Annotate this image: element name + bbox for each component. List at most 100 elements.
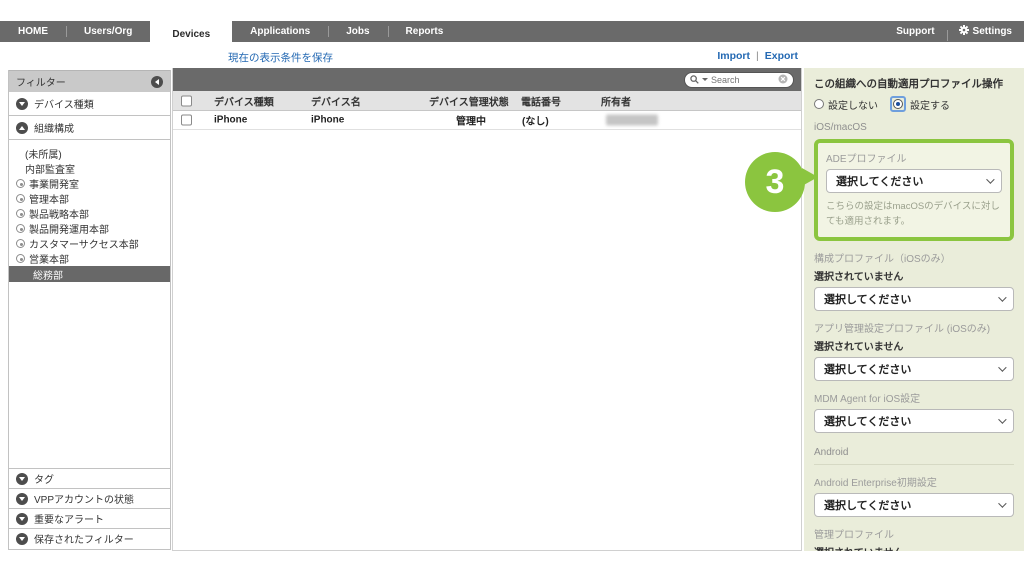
sidebar-section-vpp-status[interactable]: VPPアカウントの状態 bbox=[9, 488, 170, 508]
tab-jobs[interactable]: Jobs bbox=[328, 21, 387, 42]
ade-profile-label: ADEプロファイル bbox=[826, 150, 1002, 165]
select-value: 選択してください bbox=[824, 497, 998, 513]
apply-radio-group: 設定しない 設定する bbox=[814, 96, 1014, 112]
table-row[interactable]: iPhone iPhone 管理中 (なし) bbox=[173, 111, 801, 130]
col-device-name[interactable]: デバイス名 bbox=[311, 93, 361, 108]
table-toolbar bbox=[173, 68, 801, 91]
tree-node-internal-audit[interactable]: 内部監査室 bbox=[9, 161, 170, 176]
app-mgmt-profile-select[interactable]: 選択してください bbox=[814, 357, 1014, 381]
filter-title: フィルター bbox=[16, 74, 66, 89]
tree-node-customer-success[interactable]: カスタマーサクセス本部 bbox=[9, 236, 170, 251]
cell-mgmt-status: 管理中 bbox=[456, 113, 486, 128]
radio-on-label: 設定する bbox=[910, 97, 950, 112]
top-navigation: HOME Users/Org Devices Applications Jobs… bbox=[0, 21, 1024, 42]
cell-device-name: iPhone bbox=[311, 115, 344, 126]
tree-node-product-devops[interactable]: 製品開発運用本部 bbox=[9, 221, 170, 236]
tree-node-label: カスタマーサクセス本部 bbox=[29, 236, 139, 251]
tree-node-unassigned[interactable]: (未所属) bbox=[9, 146, 170, 161]
gear-icon bbox=[959, 25, 969, 38]
radio-off-icon bbox=[814, 99, 824, 109]
config-profile-not-selected: 選択されていません bbox=[814, 268, 1014, 283]
table-header-row: デバイス種類 デバイス名 デバイス管理状態 電話番号 所有者 bbox=[173, 91, 801, 111]
col-phone[interactable]: 電話番号 bbox=[521, 93, 561, 108]
chevron-down-icon bbox=[16, 473, 28, 485]
chevron-down-icon bbox=[998, 364, 1006, 372]
sidebar-section-critical-alerts[interactable]: 重要なアラート bbox=[9, 508, 170, 528]
tab-devices[interactable]: Devices bbox=[150, 21, 232, 48]
org-node-icon bbox=[16, 254, 25, 263]
org-node-icon bbox=[16, 194, 25, 203]
tree-node-label: 営業本部 bbox=[29, 251, 69, 266]
export-link[interactable]: Export bbox=[765, 50, 798, 62]
radio-set[interactable]: 設定する bbox=[890, 96, 950, 112]
chevron-down-icon bbox=[16, 493, 28, 505]
android-enterprise-select[interactable]: 選択してください bbox=[814, 493, 1014, 517]
save-current-view-link[interactable]: 現在の表示条件を保存 bbox=[228, 50, 333, 65]
row-checkbox[interactable] bbox=[181, 115, 192, 126]
tab-applications[interactable]: Applications bbox=[232, 21, 328, 42]
filter-sidebar: フィルター デバイス種類 組織構成 (未所属) 内部監査室 事業開発室 管理本部… bbox=[8, 70, 171, 550]
chevron-down-icon bbox=[998, 500, 1006, 508]
search-box[interactable] bbox=[684, 72, 794, 88]
radio-on-focus-ring bbox=[890, 96, 906, 112]
col-owner[interactable]: 所有者 bbox=[601, 93, 631, 108]
mdm-agent-ios-select[interactable]: 選択してください bbox=[814, 409, 1014, 433]
section-android: Android bbox=[814, 447, 1014, 458]
tree-node-business-dev[interactable]: 事業開発室 bbox=[9, 176, 170, 191]
org-node-icon bbox=[16, 209, 25, 218]
tree-node-general-affairs-selected[interactable]: 総務部 bbox=[9, 266, 170, 282]
import-link[interactable]: Import bbox=[717, 50, 750, 62]
ade-profile-select[interactable]: 選択してください bbox=[826, 169, 1002, 193]
ade-profile-highlight-box: ADEプロファイル 選択してください こちらの設定はmacOSのデバイスに対して… bbox=[814, 139, 1014, 241]
tree-node-label: 製品戦略本部 bbox=[29, 206, 89, 221]
select-value: 選択してください bbox=[824, 291, 998, 307]
import-export-links: Import|Export bbox=[717, 50, 798, 62]
tree-node-label: 事業開発室 bbox=[29, 176, 79, 191]
support-link[interactable]: Support bbox=[884, 26, 946, 37]
chevron-down-icon bbox=[998, 294, 1006, 302]
select-value: 選択してください bbox=[836, 173, 986, 189]
chevron-down-icon bbox=[998, 416, 1006, 424]
tree-node-label: 管理本部 bbox=[29, 191, 69, 206]
org-node-icon bbox=[16, 239, 25, 248]
search-input[interactable] bbox=[711, 75, 775, 85]
sidebar-section-org[interactable]: 組織構成 bbox=[9, 116, 170, 140]
ade-profile-help: こちらの設定はmacOSのデバイスに対しても適用されます。 bbox=[826, 199, 1002, 229]
tab-home[interactable]: HOME bbox=[0, 21, 66, 42]
col-mgmt-status[interactable]: デバイス管理状態 bbox=[429, 93, 509, 108]
search-clear-icon[interactable] bbox=[778, 71, 788, 89]
chevron-down-icon bbox=[986, 175, 994, 183]
tree-node-sales-hq[interactable]: 営業本部 bbox=[9, 251, 170, 266]
sidebar-section-tags[interactable]: タグ bbox=[9, 468, 170, 488]
android-enterprise-label: Android Enterprise初期設定 bbox=[814, 474, 1014, 489]
select-value: 選択してください bbox=[824, 413, 998, 429]
panel-title: この組織への自動適用プロファイル操作 bbox=[814, 76, 1014, 91]
org-node-icon bbox=[16, 179, 25, 188]
sidebar-section-device-type[interactable]: デバイス種類 bbox=[9, 92, 170, 116]
search-icon bbox=[690, 71, 699, 89]
section-label: デバイス種類 bbox=[34, 96, 94, 111]
tree-node-admin-hq[interactable]: 管理本部 bbox=[9, 191, 170, 206]
mgmt-profile-label: 管理プロファイル bbox=[814, 526, 1014, 541]
cell-device-type: iPhone bbox=[214, 115, 247, 126]
sidebar-section-saved-filters[interactable]: 保存されたフィルター bbox=[9, 528, 170, 548]
section-label: タグ bbox=[34, 471, 54, 486]
config-profile-select[interactable]: 選択してください bbox=[814, 287, 1014, 311]
tab-reports[interactable]: Reports bbox=[388, 21, 462, 42]
mdm-agent-ios-label: MDM Agent for iOS設定 bbox=[814, 390, 1014, 405]
radio-do-not-set[interactable]: 設定しない bbox=[814, 97, 878, 112]
col-device-type[interactable]: デバイス種類 bbox=[214, 93, 274, 108]
select-all-checkbox[interactable] bbox=[181, 95, 192, 106]
chevron-up-icon bbox=[16, 122, 28, 134]
search-filter-caret-icon[interactable] bbox=[702, 78, 708, 81]
app-mgmt-profile-label: アプリ管理設定プロファイル (iOSのみ) bbox=[814, 320, 1014, 335]
org-tree: (未所属) 内部監査室 事業開発室 管理本部 製品戦略本部 製品開発運用本部 カ… bbox=[9, 140, 170, 468]
android-divider bbox=[814, 464, 1014, 465]
app-mgmt-profile-not-selected: 選択されていません bbox=[814, 338, 1014, 353]
filter-header: フィルター bbox=[9, 70, 170, 92]
collapse-sidebar-icon[interactable] bbox=[151, 76, 163, 88]
org-node-icon bbox=[16, 224, 25, 233]
tree-node-product-strategy[interactable]: 製品戦略本部 bbox=[9, 206, 170, 221]
tab-users-org[interactable]: Users/Org bbox=[66, 21, 150, 42]
settings-link[interactable]: Settings bbox=[947, 25, 1024, 38]
